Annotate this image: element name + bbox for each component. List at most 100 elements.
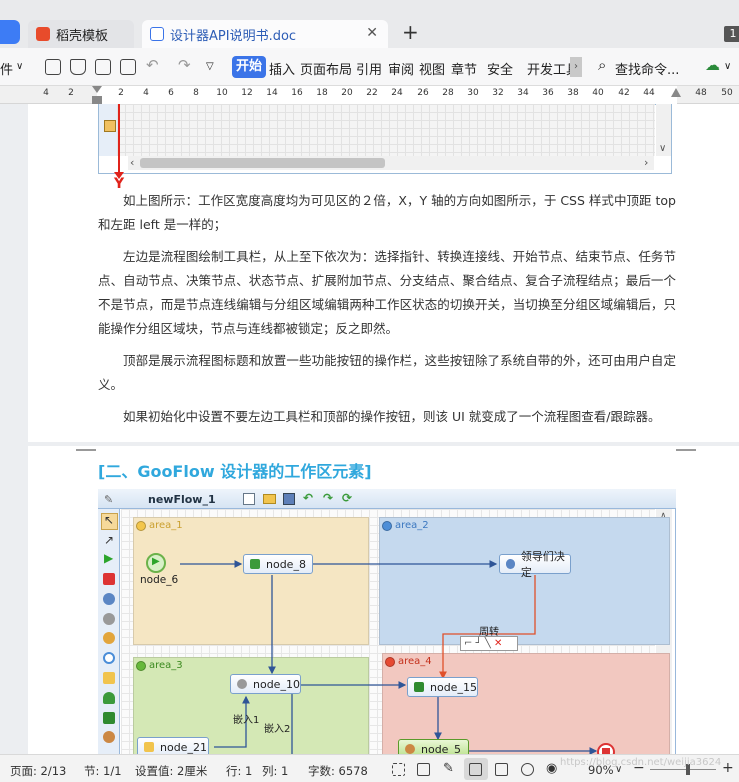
ruler-tick: 34 xyxy=(517,88,529,98)
home-tab[interactable] xyxy=(0,20,20,44)
paragraph[interactable]: 如果初始化中设置不要左边工具栏和顶部的操作按钮，则该 UI 就变成了一个流程图查… xyxy=(98,405,676,429)
print-preview-icon[interactable] xyxy=(120,59,136,75)
left-indent-icon[interactable] xyxy=(92,96,102,104)
status-page[interactable]: 页面: 2/13 xyxy=(10,763,66,779)
ruler-tick: 50 xyxy=(721,88,733,98)
export-icon[interactable] xyxy=(70,59,86,75)
flow-node: 领导们决定 xyxy=(499,550,571,579)
zoom-in-icon[interactable]: + xyxy=(722,760,734,776)
chevron-down-icon[interactable]: ∨ xyxy=(16,61,23,72)
indent-marker-icon[interactable] xyxy=(92,86,102,93)
paragraph[interactable]: 顶部是展示流程图标题和放置一些功能按钮的操作栏，这些按钮除了系统自带的外，还可由… xyxy=(98,349,676,397)
status-setting: 设置值: 2厘米 xyxy=(135,764,208,778)
redo-icon[interactable]: ↷ xyxy=(178,56,191,74)
ruler-tick: 44 xyxy=(643,88,655,98)
fork-node-icon xyxy=(250,559,260,569)
node-label: node_21 xyxy=(160,740,207,754)
write-mode-icon[interactable]: ✎ xyxy=(443,761,454,776)
scroll-left-icon: ‹ xyxy=(130,156,135,169)
page-corner-mark xyxy=(676,442,696,450)
tab-label: 设计器API说明书.doc xyxy=(170,28,297,44)
grid-area xyxy=(117,104,655,156)
ruler-tick: 24 xyxy=(391,88,403,98)
read-mode-icon[interactable] xyxy=(417,763,430,776)
zoom-slider-track[interactable] xyxy=(650,769,716,770)
tab-page-layout[interactable]: 页面布局 xyxy=(300,59,352,78)
flow-connections xyxy=(180,560,598,755)
fullscreen-icon[interactable] xyxy=(392,763,405,776)
status-bar: 页面: 2/13 节: 1/1 设置值: 2厘米 行: 1 列: 1 字数: 6… xyxy=(0,754,739,782)
ruler-tick: 28 xyxy=(442,88,454,98)
tab-bar: 稻壳模板 设计器API说明书.doc ✕ + 1 xyxy=(0,0,739,48)
join-node-icon xyxy=(414,682,424,692)
outline-view-icon[interactable] xyxy=(495,763,508,776)
flow-node: node_8 xyxy=(243,554,313,574)
cloud-sync-icon[interactable]: ☁ xyxy=(705,56,720,74)
toolbox-switch-icon xyxy=(104,120,116,132)
flow-node: node_15 xyxy=(407,677,478,697)
chevron-down-icon[interactable]: ∨ xyxy=(724,61,731,72)
paragraph[interactable]: 左边是流程图绘制工具栏，从上至下依次为：选择指针、转换连接线、开始节点、结束节点… xyxy=(98,245,676,341)
tab-chapter[interactable]: 章节 xyxy=(451,59,477,78)
ruler-tick: 18 xyxy=(316,88,328,98)
scroll-down-icon: ∨ xyxy=(659,143,667,154)
tab-document[interactable]: 设计器API说明书.doc ✕ xyxy=(142,20,388,48)
quick-access-dropdown-icon[interactable]: ▽ xyxy=(206,61,214,72)
node-label: node_15 xyxy=(430,680,477,694)
tab-developer[interactable]: 开发工具 xyxy=(527,59,571,78)
wps-doc-icon xyxy=(150,27,164,41)
command-search[interactable]: 查找命令... xyxy=(615,59,679,78)
horizontal-ruler[interactable]: 4 2 2 4 6 8 10 12 14 16 18 20 22 24 26 2… xyxy=(0,86,739,104)
search-icon[interactable]: ⌕ xyxy=(598,56,606,74)
ruler-tick: 2 xyxy=(118,88,124,98)
file-menu[interactable]: 件 xyxy=(0,59,13,78)
tab-daoke[interactable]: 稻壳模板 xyxy=(28,20,134,48)
ruler-tick: 16 xyxy=(291,88,303,98)
ruler-tick: 10 xyxy=(216,88,228,98)
ruler-tick: 12 xyxy=(241,88,253,98)
web-view-icon[interactable] xyxy=(521,763,534,776)
ribbon-scroll-right-icon[interactable]: › xyxy=(570,57,582,77)
tab-security[interactable]: 安全 xyxy=(487,59,513,78)
close-icon[interactable]: ✕ xyxy=(366,25,378,41)
gear-icon xyxy=(237,679,247,689)
ruler-tick: 6 xyxy=(168,88,174,98)
user-task-icon xyxy=(506,559,515,569)
complex-node-icon xyxy=(405,744,415,754)
ruler-tick: 8 xyxy=(193,88,199,98)
ruler-tick: 2 xyxy=(68,88,74,98)
ribbon-toolbar: 件 ∨ ↶ ↷ ▽ 开始 插入 页面布局 引用 审阅 视图 章节 安全 开发工具… xyxy=(0,48,739,86)
save-icon[interactable] xyxy=(45,59,61,75)
eye-protection-icon[interactable]: ◉ xyxy=(546,761,557,776)
undo-icon[interactable]: ↶ xyxy=(146,56,159,74)
tab-view[interactable]: 视图 xyxy=(419,59,445,78)
status-col: 列: 1 xyxy=(262,764,289,778)
ruler-tick: 22 xyxy=(366,88,378,98)
paragraph[interactable]: 如上图所示：工作区宽度高度均为可见区的２倍，X，Y 轴的方向如图所示，于 CSS… xyxy=(98,189,676,237)
window-badge: 1 xyxy=(724,26,739,42)
ruler-tick: 38 xyxy=(567,88,579,98)
watermark: https://blog.csdn.net/weijia3624 xyxy=(560,757,722,768)
page-corner-mark xyxy=(76,450,96,458)
ruler-tick: 14 xyxy=(266,88,278,98)
print-icon[interactable] xyxy=(95,59,111,75)
tab-start[interactable]: 开始 xyxy=(232,56,266,78)
edge-label: 嵌入1 xyxy=(233,715,260,726)
tab-insert[interactable]: 插入 xyxy=(269,59,295,78)
right-indent-icon[interactable] xyxy=(671,88,681,97)
ruler-tick: 20 xyxy=(341,88,353,98)
line-edit-toolbar: ⌐ ┘ ╲ ✕ xyxy=(460,636,518,651)
ruler-tick: 48 xyxy=(695,88,707,98)
status-words[interactable]: 字数: 6578 xyxy=(308,763,368,779)
flow-node: node_10 xyxy=(230,674,301,694)
tab-review[interactable]: 审阅 xyxy=(388,59,414,78)
node-label: node_8 xyxy=(266,557,306,571)
section-heading[interactable]: [二、GooFlow 设计器的工作区元素] xyxy=(98,458,372,482)
status-section: 节: 1/1 xyxy=(84,764,122,778)
new-tab-icon[interactable]: + xyxy=(402,20,419,44)
page-corner-mark xyxy=(76,442,96,450)
tab-references[interactable]: 引用 xyxy=(356,59,382,78)
ruler-tick: 36 xyxy=(542,88,554,98)
page-view-icon[interactable] xyxy=(469,763,482,776)
ruler-tick: 42 xyxy=(618,88,630,98)
